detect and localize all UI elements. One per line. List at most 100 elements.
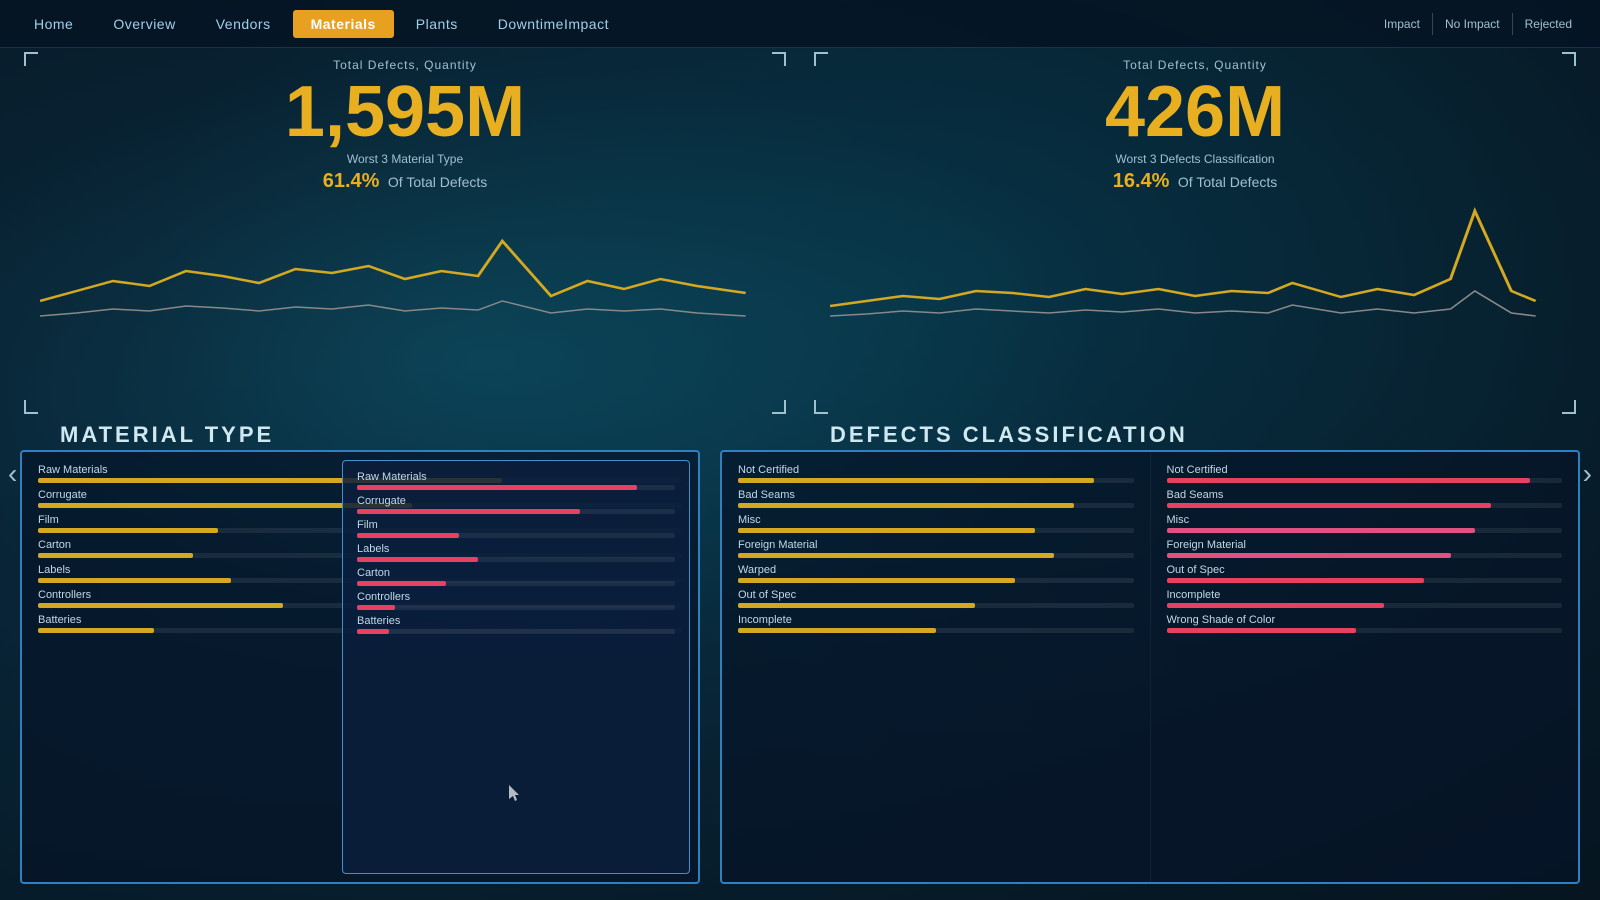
bar-track [738,528,1134,533]
filter-rejected[interactable]: Rejected [1513,13,1584,35]
bar-label: Not Certified [738,464,1134,476]
section-labels: Material Type Defects Classification [0,418,1600,450]
right-line-chart [830,201,1560,331]
bar-fill [738,503,1074,508]
corner-br-r [1562,400,1576,414]
bar-label: Corrugate [357,495,675,507]
corner-br [772,400,786,414]
nav-arrow-right[interactable]: › [1575,450,1600,498]
bar-track [357,509,675,514]
bar-fill [1167,478,1531,483]
right-chart-subtitle: Worst 3 Defects Classification [830,152,1560,166]
list-item: Corrugate [357,495,675,514]
right-panel: Not Certified Bad Seams Misc Foreign Materi… [720,450,1580,884]
bar-track [1167,628,1563,633]
nav-overview[interactable]: Overview [95,10,193,38]
bar-fill [38,578,231,583]
bar-label: Incomplete [738,614,1134,626]
nav-materials[interactable]: Materials [293,10,394,38]
bar-fill [38,528,218,533]
bar-fill [738,578,1015,583]
corner-tr-r [1562,52,1576,66]
bar-label: Out of Spec [738,589,1134,601]
bar-track [1167,603,1563,608]
charts-row: Total Defects, Quantity 1,595M Worst 3 M… [0,48,1600,418]
bar-fill [738,603,975,608]
bar-label: Misc [1167,514,1563,526]
list-item: Bad Seams [738,489,1134,508]
bar-label: Incomplete [1167,589,1563,601]
bar-fill [738,553,1054,558]
bar-track [738,503,1134,508]
nav-plants[interactable]: Plants [398,10,476,38]
bar-fill [38,553,193,558]
nav-vendors[interactable]: Vendors [198,10,289,38]
corner-bl [24,400,38,414]
bar-track [357,629,675,634]
bar-label: Bad Seams [1167,489,1563,501]
bar-fill [357,605,395,610]
corner-tl-r [814,52,828,66]
list-item: Not Certified [1167,464,1563,483]
right-pct-label: Of Total Defects [1178,174,1277,190]
bar-track [357,485,675,490]
cursor-icon [509,785,523,803]
bar-label: Not Certified [1167,464,1563,476]
left-chart-title: Total Defects, Quantity [40,58,770,72]
left-line-chart [40,201,770,331]
left-chart-subtitle: Worst 3 Material Type [40,152,770,166]
bar-track [1167,503,1563,508]
bar-fill [357,629,389,634]
list-item: Misc [1167,514,1563,533]
nav-arrow-left[interactable]: ‹ [0,450,25,498]
bar-fill [38,628,154,633]
bar-track [1167,478,1563,483]
list-item: Warped [738,564,1134,583]
nav-items: Home Overview Vendors Materials Plants D… [16,10,1372,38]
bar-label: Out of Spec [1167,564,1563,576]
filter-impact[interactable]: Impact [1372,13,1433,35]
right-pct-value: 16.4% [1113,170,1170,192]
nav-home[interactable]: Home [16,10,91,38]
corner-tr [772,52,786,66]
list-item: Not Certified [738,464,1134,483]
list-item: Batteries [357,615,675,634]
bar-label: Foreign Material [738,539,1134,551]
list-item: Foreign Material [1167,539,1563,558]
bar-fill [38,603,283,608]
section-label-material: Material Type [60,422,274,447]
list-item: Foreign Material [738,539,1134,558]
bar-label: Bad Seams [738,489,1134,501]
bar-fill [1167,503,1491,508]
bar-label: Warped [738,564,1134,576]
bar-fill [1167,578,1424,583]
list-item: Incomplete [738,614,1134,633]
bar-track [357,581,675,586]
bar-track [738,628,1134,633]
bar-track [1167,578,1563,583]
list-item: Bad Seams [1167,489,1563,508]
right-col-1: Not Certified Bad Seams Misc Foreign Materi… [722,452,1150,882]
bar-fill [738,528,1035,533]
filter-no-impact[interactable]: No Impact [1433,13,1513,35]
section-label-defects: Defects Classification [830,422,1188,447]
bar-fill [1167,628,1357,633]
left-panel: Raw MaterialsCorrugateFilmCartonLabelsCo… [20,450,700,884]
bar-label: Controllers [357,591,675,603]
tables-row: Raw MaterialsCorrugateFilmCartonLabelsCo… [0,450,1600,900]
bar-label: Raw Materials [357,471,675,483]
list-item: Misc [738,514,1134,533]
bar-label: Wrong Shade of Color [1167,614,1563,626]
left-pct-label: Of Total Defects [388,174,487,190]
left-chart-panel: Total Defects, Quantity 1,595M Worst 3 M… [20,48,790,418]
bar-label: Film [357,519,675,531]
corner-bl-r [814,400,828,414]
nav-downtime[interactable]: DowntimeImpact [480,10,627,38]
bar-label: Batteries [357,615,675,627]
list-item: Wrong Shade of Color [1167,614,1563,633]
bar-track [1167,553,1563,558]
list-item: Labels [357,543,675,562]
right-chart-panel: Total Defects, Quantity 426M Worst 3 Def… [810,48,1580,418]
bar-track [738,578,1134,583]
bar-fill [357,485,637,490]
